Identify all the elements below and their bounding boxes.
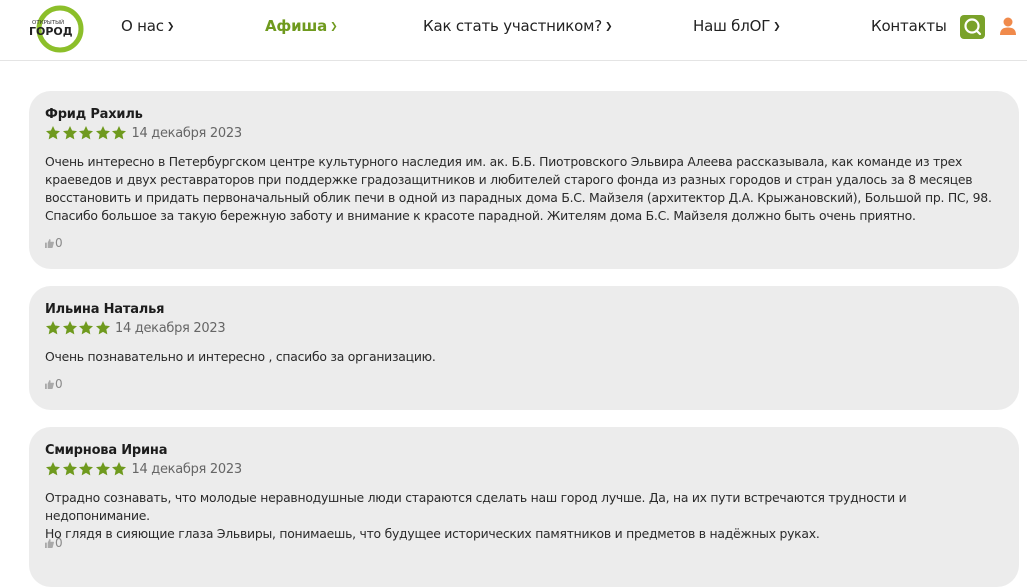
star-icon	[79, 462, 93, 476]
star-icon	[46, 321, 60, 335]
star-icon	[46, 462, 60, 476]
user-icon	[1000, 17, 1016, 35]
thumbs-up-icon	[45, 238, 54, 248]
star-icon	[95, 462, 110, 476]
chevron-down-icon: ❯	[604, 22, 613, 32]
review-text-line: Очень познавательно и интересно , спасиб…	[45, 349, 436, 364]
nav-contacts-label: Контакты	[871, 17, 947, 35]
star-icon	[62, 126, 77, 140]
nav-participate-label: Как стать участником?	[423, 17, 602, 35]
star-icon	[95, 126, 110, 140]
chevron-down-icon: ❯	[166, 22, 175, 32]
star-rating	[45, 461, 128, 477]
review-text-line: Отрадно сознавать, что молодые неравноду…	[45, 490, 907, 523]
review-text: Очень интересно в Петербургском центре к…	[45, 153, 1005, 225]
search-button[interactable]	[960, 15, 985, 39]
nav-afisha-label: Афиша	[265, 17, 328, 35]
review-author: Ильина Наталья	[45, 302, 165, 317]
review-text-line: Но глядя в сияющие глаза Эльвиры, понима…	[45, 526, 820, 541]
star-icon	[95, 321, 110, 335]
star-icon	[112, 126, 126, 140]
review-date: 14 декабря 2023	[131, 125, 243, 141]
star-icon	[79, 126, 93, 140]
chevron-down-icon: ❯	[773, 22, 781, 32]
logo-line2: ГОРОД	[29, 25, 73, 38]
thumbs-up-icon	[45, 538, 54, 548]
nav-blog[interactable]: Наш блОГ ❯	[693, 17, 781, 35]
review-author: Смирнова Ирина	[45, 443, 168, 458]
nav-contacts[interactable]: Контакты	[871, 17, 947, 35]
nav-about-label: О нас	[121, 17, 164, 35]
search-icon	[964, 18, 982, 36]
like-button[interactable]: 0	[45, 236, 63, 250]
star-icon	[112, 462, 126, 476]
review-text: Очень познавательно и интересно , спасиб…	[45, 348, 1005, 366]
like-button[interactable]: 0	[45, 377, 63, 391]
star-icon	[46, 126, 60, 140]
review-rating: 14 декабря 2023	[45, 319, 226, 337]
site-logo[interactable]: ОТКРЫТЫЙ ГОРОД	[27, 3, 85, 53]
user-account-button[interactable]	[999, 16, 1017, 36]
star-rating	[45, 125, 128, 141]
site-header: ОТКРЫТЫЙ ГОРОД О нас ❯ Афиша ❯ Как стать у…	[0, 0, 1027, 61]
like-count: 0	[55, 536, 63, 550]
like-count: 0	[55, 236, 63, 250]
thumbs-up-icon	[45, 379, 54, 389]
review-date: 14 декабря 2023	[131, 461, 243, 477]
star-rating	[45, 320, 111, 336]
nav-about[interactable]: О нас ❯	[121, 17, 174, 35]
review-card: Фрид Рахиль 14 декабря 2023 Очень интере…	[29, 91, 1019, 269]
review-card: Смирнова Ирина 14 декабря 2023 Отрадно с…	[29, 427, 1019, 587]
review-text-line: Спасибо большое за такую бережную заботу…	[45, 208, 916, 223]
like-button[interactable]: 0	[45, 536, 63, 550]
review-date: 14 декабря 2023	[115, 320, 226, 336]
chevron-down-icon: ❯	[330, 22, 338, 32]
star-icon	[62, 462, 77, 476]
nav-participate[interactable]: Как стать участником? ❯	[423, 17, 613, 35]
review-author: Фрид Рахиль	[45, 107, 143, 122]
review-text-line: краеведов и двух реставраторов при подде…	[45, 172, 973, 187]
star-icon	[79, 321, 93, 335]
like-count: 0	[55, 377, 63, 391]
review-card: Ильина Наталья 14 декабря 2023 Очень поз…	[29, 286, 1019, 410]
nav-afisha[interactable]: Афиша ❯	[265, 17, 338, 35]
review-text-line: восстановить и придать первоначальный об…	[45, 190, 992, 205]
review-rating: 14 декабря 2023	[45, 460, 242, 478]
review-rating: 14 декабря 2023	[45, 124, 242, 142]
review-text: Отрадно сознавать, что молодые неравноду…	[45, 489, 1005, 543]
star-icon	[62, 321, 77, 335]
review-text-line: Очень интересно в Петербургском центре к…	[45, 154, 963, 169]
nav-blog-label: Наш блОГ	[693, 17, 771, 35]
